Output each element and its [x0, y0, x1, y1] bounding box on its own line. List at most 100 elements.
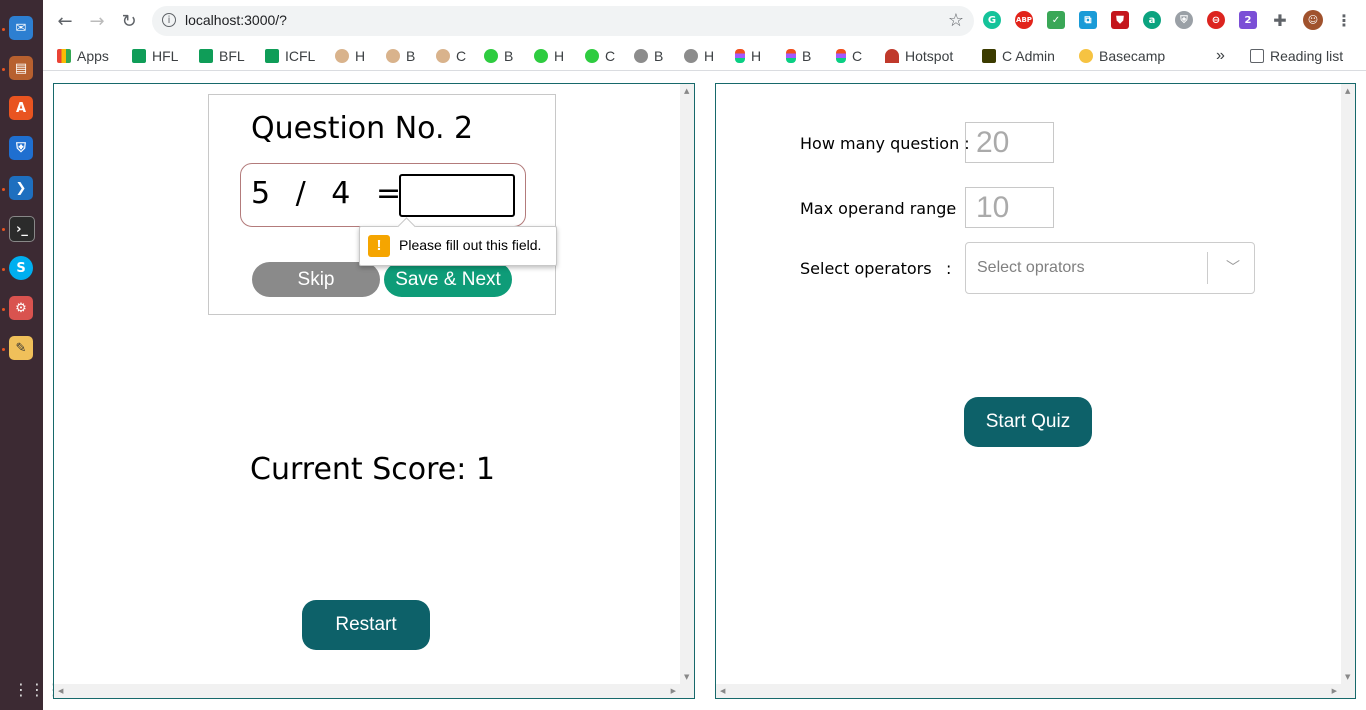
answer-input[interactable]: [399, 174, 515, 217]
question-title: Question No. 2: [251, 111, 474, 146]
admin-icon: [982, 49, 996, 63]
bookmark-hotspot[interactable]: Hotspot: [885, 46, 953, 66]
bookmark-hfl[interactable]: HFL: [132, 46, 178, 66]
software-center-icon[interactable]: A: [9, 96, 33, 120]
browser-toolbar: ← → ↻ i localhost:3000/? ☆ G ABP ✓ ⧉ ⛊ a…: [43, 0, 1366, 42]
sheets-icon: [132, 49, 146, 63]
start-quiz-button[interactable]: Start Quiz: [964, 397, 1092, 447]
site-info-icon[interactable]: i: [162, 13, 176, 27]
thunderbird-icon[interactable]: ✉: [9, 16, 33, 40]
bookmark-b-2[interactable]: B: [484, 46, 513, 66]
mail-check-extension-icon[interactable]: ✓: [1047, 11, 1065, 29]
grammarly-extension-icon[interactable]: G: [983, 11, 1001, 29]
bookmarks-bar: Apps HFL BFL ICFL H B C B H C B H H B C …: [43, 42, 1366, 71]
bookmark-apps[interactable]: Apps: [57, 46, 109, 66]
hotspot-icon: [885, 49, 899, 63]
browser-menu-icon[interactable]: ⋮: [1335, 11, 1353, 30]
bookmark-c-1[interactable]: C: [436, 46, 466, 66]
jenkins-icon: [386, 49, 400, 63]
jenkins-icon: [436, 49, 450, 63]
back-arrow-icon[interactable]: ←: [54, 10, 76, 32]
bookmark-basecamp[interactable]: Basecamp: [1079, 46, 1165, 66]
operator-symbol: /: [295, 176, 307, 211]
vscode-icon[interactable]: ❯: [9, 176, 33, 200]
show-apps-grid-icon[interactable]: ⋮⋮⋮: [13, 682, 61, 698]
green-circle-icon: [534, 49, 548, 63]
setup-pane: How many question : 20 Max operand range…: [715, 83, 1356, 699]
elephant-icon: [634, 49, 648, 63]
elephant-icon: [684, 49, 698, 63]
expression-box: 5 / 4 =: [240, 163, 526, 227]
save-next-button[interactable]: Save & Next: [384, 262, 512, 297]
validation-tooltip: ! Please fill out this field.: [359, 217, 557, 266]
bookmark-b-4[interactable]: B: [786, 46, 811, 66]
jenkins-icon: [335, 49, 349, 63]
reading-list-icon: [1250, 49, 1264, 63]
bookmark-bfl[interactable]: BFL: [199, 46, 245, 66]
adblock-extension-icon[interactable]: ABP: [1015, 11, 1033, 29]
counter-extension-icon[interactable]: 2: [1239, 11, 1257, 29]
green-circle-icon: [484, 49, 498, 63]
bookmark-c-admin[interactable]: C Admin: [982, 46, 1055, 66]
bookmark-icfl[interactable]: ICFL: [265, 46, 315, 66]
validation-message: Please fill out this field.: [399, 237, 542, 253]
bookmark-c-2[interactable]: C: [585, 46, 615, 66]
warning-icon: !: [368, 235, 390, 257]
figma-icon: [836, 49, 846, 63]
question-count-label: How many question :: [800, 134, 970, 153]
current-score: Current Score: 1: [250, 452, 495, 487]
bookmark-star-icon[interactable]: ☆: [948, 10, 964, 31]
question-count-input[interactable]: 20: [965, 122, 1054, 163]
skip-button[interactable]: Skip: [252, 262, 380, 297]
sheets-icon: [265, 49, 279, 63]
settings-tool-icon[interactable]: ⚙: [9, 296, 33, 320]
vertical-scrollbar[interactable]: ▲ ▼: [680, 84, 694, 684]
files-icon[interactable]: ▤: [9, 56, 33, 80]
notification-extension-icon[interactable]: a: [1143, 11, 1161, 29]
max-range-label: Max operand range: [800, 199, 957, 218]
figma-icon: [735, 49, 745, 63]
bookmarks-overflow-chevron[interactable]: »: [1216, 46, 1225, 66]
reading-list-button[interactable]: Reading list: [1250, 46, 1343, 66]
sheets-icon: [199, 49, 213, 63]
reload-icon[interactable]: ↻: [118, 10, 140, 32]
operand-2: 4: [331, 176, 352, 211]
skype-icon[interactable]: S: [9, 256, 33, 280]
extensions-puzzle-icon[interactable]: ✚: [1271, 11, 1289, 30]
max-range-input[interactable]: 10: [965, 187, 1054, 228]
forward-arrow-icon[interactable]: →: [86, 10, 108, 32]
vertical-scrollbar[interactable]: ▲ ▼: [1341, 84, 1355, 684]
bookmark-b-3[interactable]: B: [634, 46, 663, 66]
text-editor-icon[interactable]: ✎: [9, 336, 33, 360]
terminal-icon[interactable]: ›_: [9, 216, 35, 242]
os-dock: ✉ ▤ A ⛨ ❯ ›_ S ⚙ ✎ ⋮⋮⋮: [0, 0, 61, 710]
horizontal-scrollbar[interactable]: ◀ ▶: [54, 684, 694, 698]
expression: 5 / 4 =: [251, 176, 416, 211]
privacy-extension-icon[interactable]: ⛨: [1175, 11, 1193, 29]
operators-select[interactable]: Select oprators ﹀: [965, 242, 1255, 294]
horizontal-scrollbar[interactable]: ◀ ▶: [716, 684, 1355, 698]
security-shield-icon[interactable]: ⛨: [9, 136, 33, 160]
copy-extension-icon[interactable]: ⧉: [1079, 11, 1097, 29]
bookmark-h-3[interactable]: H: [684, 46, 714, 66]
bookmark-h-4[interactable]: H: [735, 46, 761, 66]
basecamp-icon: [1079, 49, 1093, 63]
chevron-down-icon[interactable]: ﹀: [1226, 257, 1240, 277]
question-card: Question No. 2 5 / 4 = Skip Save & Next …: [208, 94, 557, 315]
bookmark-h-2[interactable]: H: [534, 46, 564, 66]
figma-icon: [786, 49, 796, 63]
bookmark-b-1[interactable]: B: [386, 46, 415, 66]
restart-button[interactable]: Restart: [302, 600, 430, 650]
address-bar[interactable]: i localhost:3000/? ☆: [152, 6, 974, 36]
shield-red-extension-icon[interactable]: ⛊: [1111, 11, 1129, 29]
profile-avatar[interactable]: ☺: [1303, 10, 1323, 30]
operand-1: 5: [251, 176, 272, 211]
green-circle-icon: [585, 49, 599, 63]
tube-extension-icon[interactable]: ⊖: [1207, 11, 1225, 29]
bookmark-h-1[interactable]: H: [335, 46, 365, 66]
bookmark-c-3[interactable]: C: [836, 46, 862, 66]
operators-placeholder: Select oprators: [977, 259, 1085, 276]
url-text[interactable]: localhost:3000/?: [185, 12, 287, 28]
operators-label: Select operators: [800, 259, 932, 278]
quiz-pane: Question No. 2 5 / 4 = Skip Save & Next …: [53, 83, 695, 699]
